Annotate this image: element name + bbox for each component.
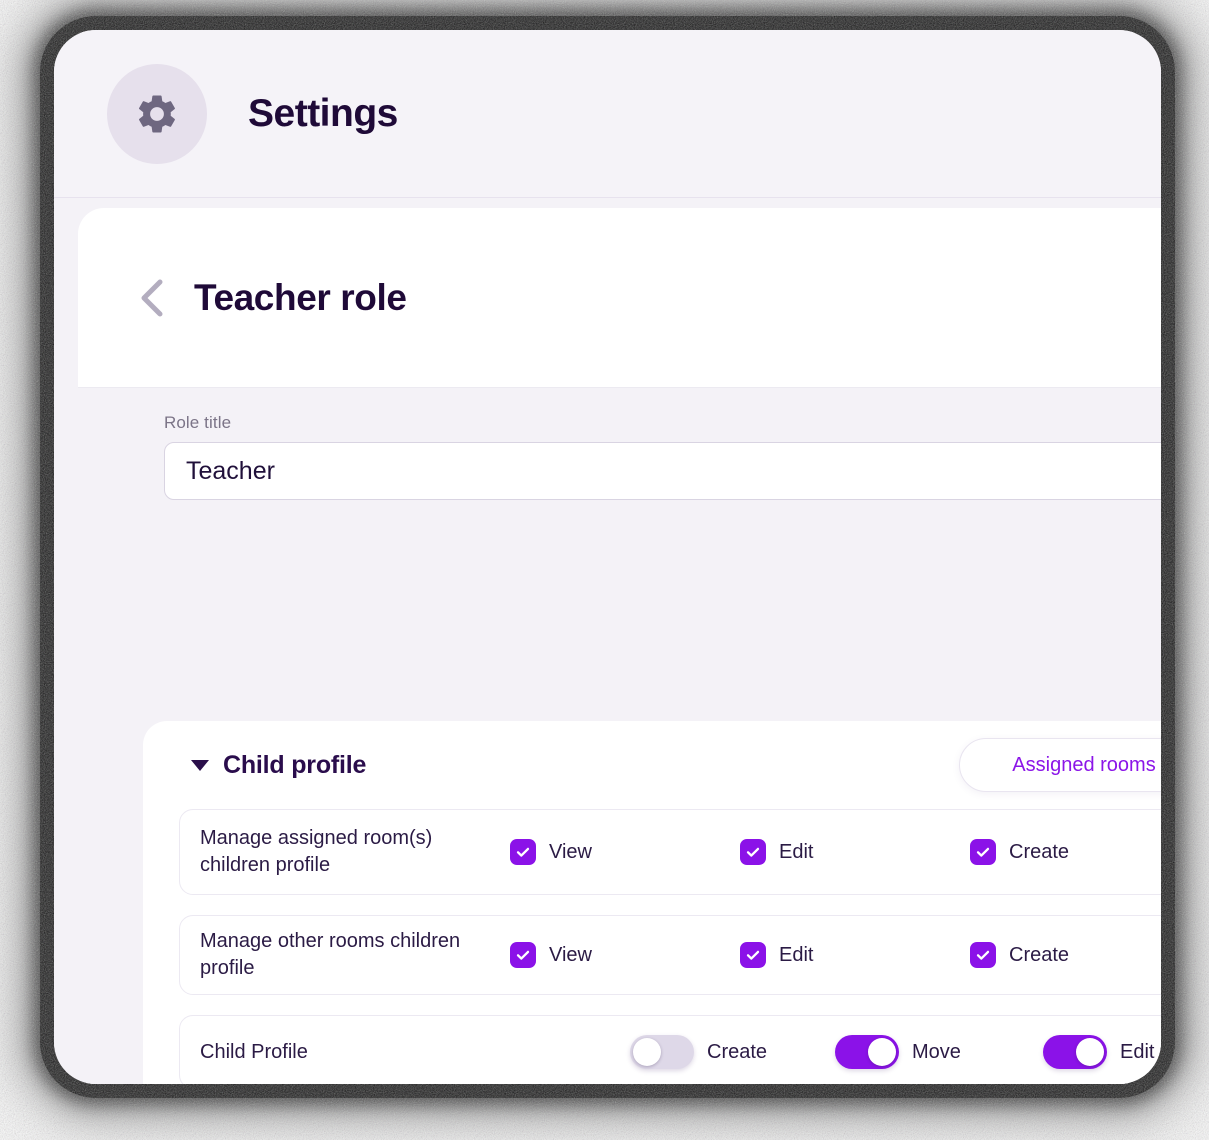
permission-label: Manage other rooms children profile	[200, 930, 461, 979]
permission-control-edit[interactable]: Edit	[740, 839, 813, 865]
toggle-switch-off[interactable]	[630, 1035, 694, 1069]
control-label: Edit	[779, 943, 814, 966]
permission-label: Child Profile	[200, 1040, 308, 1063]
control-label: Edit	[779, 840, 814, 863]
table-row: Manage other rooms children profile View	[179, 915, 1161, 995]
chevron-left-icon[interactable]	[134, 276, 168, 320]
toggle-knob	[633, 1038, 661, 1066]
control-label: Create	[1009, 943, 1070, 966]
checkbox-checked-icon[interactable]	[740, 942, 766, 968]
checkbox-checked-icon[interactable]	[510, 839, 536, 865]
app-header: Settings	[54, 30, 1161, 198]
app-window-content: Settings Teacher role Role title Teacher…	[54, 30, 1161, 1084]
toggle-switch-on[interactable]	[835, 1035, 899, 1069]
toggle-knob	[868, 1038, 896, 1066]
toggle-switch-on[interactable]	[1043, 1035, 1107, 1069]
permission-control-view[interactable]: View	[510, 942, 592, 968]
caret-down-icon[interactable]	[191, 759, 209, 771]
table-row: Manage assigned room(s) children profile…	[179, 809, 1161, 895]
checkbox-checked-icon[interactable]	[510, 942, 536, 968]
checkbox-checked-icon[interactable]	[970, 839, 996, 865]
toggle-knob	[1076, 1038, 1104, 1066]
permission-toggle-edit[interactable]: Edit	[1043, 1035, 1154, 1069]
control-label: Edit	[1120, 1040, 1155, 1063]
permission-control-view[interactable]: View	[510, 839, 592, 865]
control-label: Move	[912, 1040, 961, 1063]
checkbox-checked-icon[interactable]	[970, 942, 996, 968]
app-title: Settings	[248, 91, 398, 135]
permission-rows: Manage assigned room(s) children profile…	[143, 809, 1161, 1084]
app-window: Settings Teacher role Role title Teacher…	[54, 30, 1161, 1084]
role-title-field-group: Role title Teacher	[78, 388, 1161, 548]
permission-control-edit[interactable]: Edit	[740, 942, 813, 968]
permission-control-create[interactable]: Create	[970, 942, 1069, 968]
role-title-label: Role title	[164, 413, 232, 432]
role-title-input[interactable]: Teacher	[164, 442, 1161, 500]
permission-control-create[interactable]: Create	[970, 839, 1069, 865]
permission-toggle-create[interactable]: Create	[630, 1035, 767, 1069]
gear-icon	[107, 63, 207, 164]
checkbox-checked-icon[interactable]	[740, 839, 766, 865]
screenshot-stage: Settings Teacher role Role title Teacher…	[0, 0, 1209, 1140]
section-title: Child profile	[223, 750, 367, 779]
permissions-card: Child profile Assigned rooms Manage assi…	[143, 721, 1161, 1084]
table-row: Child Profile Create Move Edit	[179, 1015, 1161, 1084]
control-label: Create	[707, 1040, 768, 1063]
role-header-card: Teacher role	[78, 208, 1161, 388]
assigned-rooms-button[interactable]: Assigned rooms	[959, 738, 1161, 792]
control-label: Create	[1009, 840, 1070, 863]
section-header: Child profile Assigned rooms	[143, 721, 1161, 809]
control-label: View	[549, 943, 592, 966]
permission-label: Manage assigned room(s) children profile	[200, 827, 433, 876]
permission-toggle-move[interactable]: Move	[835, 1035, 961, 1069]
page-title: Teacher role	[194, 276, 407, 318]
page-body: Teacher role Role title Teacher Child pr…	[54, 198, 1161, 1084]
control-label: View	[549, 840, 592, 863]
